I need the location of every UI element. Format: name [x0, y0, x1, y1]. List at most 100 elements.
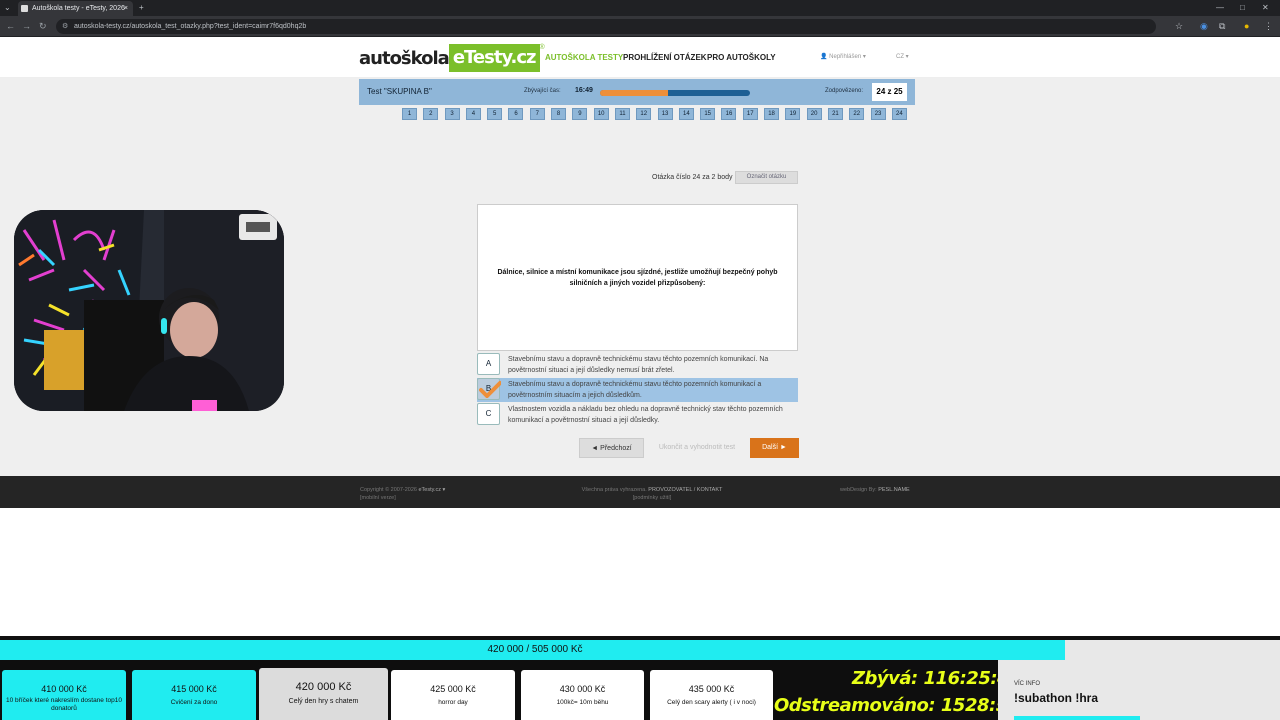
answer-b-selected[interactable]: B Stavebnímu stavu a dopravně technickém… — [477, 378, 798, 402]
nav-pro-autoskoly[interactable]: PRO AUTOŠKOLY — [707, 53, 776, 62]
question-number-button[interactable]: 5 — [487, 108, 503, 120]
operator-contact-link[interactable]: PROVOZOVATEL / KONTAKT — [648, 487, 722, 493]
question-number-button[interactable]: 14 — [678, 108, 694, 120]
goal-description: 10 bříček které nakreslím dostane top10 … — [6, 697, 122, 712]
site-info-icon[interactable]: ⚙ — [62, 19, 68, 34]
site-header: autoškola eTesty.cz ® AUTOŠKOLA TESTY PR… — [0, 38, 1280, 78]
extensions-puzzle-icon[interactable]: ⧉ — [1219, 16, 1225, 37]
goal-amount: 435 000 Kč — [688, 684, 735, 694]
minimize-button[interactable]: — — [1216, 0, 1224, 16]
remaining-time-value: 16:49 — [575, 87, 593, 94]
goal-card: 425 000 Kč horror day — [391, 670, 515, 720]
goal-description: 100kč= 10m běhu — [556, 699, 609, 706]
stream-overlay-bottom: 410 000 Kč 10 bříček které nakreslím dos… — [0, 660, 1280, 720]
url-input[interactable]: ⚙ autoskola-testy.cz/autoskola_test_otaz… — [56, 19, 1156, 34]
question-number-button[interactable]: 21 — [827, 108, 843, 120]
goal-amount: 425 000 Kč — [430, 684, 476, 694]
site-logo[interactable]: autoškola eTesty.cz ® — [359, 44, 545, 72]
next-button[interactable]: Další ► — [750, 438, 799, 458]
answered-count: 24 z 25 — [872, 83, 907, 101]
finish-test-button[interactable]: Ukončit a vyhodnotit test — [652, 438, 742, 458]
question-number-button[interactable]: 3 — [444, 108, 460, 120]
streamed-timer-label: Odstreamováno: — [774, 695, 936, 716]
menu-kebab-icon[interactable]: ⋮ — [1264, 16, 1273, 37]
time-progress-fill — [600, 90, 668, 96]
goal-description: Celý den hry s chatem — [288, 698, 359, 705]
back-icon[interactable]: ← — [6, 16, 15, 37]
footer-brand-link[interactable]: eTesty.cz ▾ — [418, 487, 445, 493]
question-number-button[interactable]: 8 — [551, 108, 567, 120]
question-number-button[interactable]: 23 — [870, 108, 886, 120]
question-number-button[interactable]: 13 — [657, 108, 673, 120]
browser-tab[interactable]: Autoškola testy - eTesty, 2026 × — [18, 1, 133, 16]
question-number-button[interactable]: 15 — [700, 108, 716, 120]
checkmark-icon — [479, 381, 501, 398]
goal-amount: 410 000 Kč — [41, 684, 87, 694]
answer-b-text[interactable]: Stavebnímu stavu a dopravně technickému … — [508, 379, 793, 401]
user-status: Nepřihlášen — [829, 54, 862, 60]
language-select[interactable]: CZ ▾ — [896, 53, 909, 60]
answer-a[interactable]: A Stavebnímu stavu a dopravně technickém… — [477, 353, 798, 377]
info-panel: VÍC INFO !subathon !hra — [998, 660, 1280, 720]
question-number-button[interactable]: 9 — [572, 108, 588, 120]
remaining-timer-label: Zbývá: — [852, 668, 918, 689]
subathon-goal-bar: 420 000 / 505 000 Kč — [0, 640, 1280, 660]
question-number-button[interactable]: 7 — [529, 108, 545, 120]
new-tab-button[interactable]: + — [139, 0, 144, 16]
streamer-webcam-image — [14, 210, 284, 411]
tab-close-icon[interactable]: × — [124, 1, 128, 16]
question-number-button[interactable]: 18 — [764, 108, 780, 120]
question-box: Dálnice, silnice a místní komunikace jso… — [477, 204, 798, 351]
goal-description: Cvičení za dono — [170, 699, 218, 706]
question-number-button[interactable]: 4 — [465, 108, 481, 120]
url-text: autoskola-testy.cz/autoskola_test_otazky… — [74, 23, 307, 30]
site-footer: Copyright © 2007-2026 eTesty.cz ▾ [mobil… — [0, 476, 1280, 508]
bookmark-star-icon[interactable]: ☆ — [1175, 16, 1183, 37]
terms-link[interactable]: [podmínky užití] — [633, 495, 672, 501]
nav-prohlizeni-otazek[interactable]: PROHLÍŽENÍ OTÁZEK — [623, 53, 707, 62]
favicon-icon — [21, 5, 28, 12]
logo-text-left: autoškola — [359, 47, 450, 69]
goal-amount: 415 000 Kč — [171, 684, 217, 694]
forward-icon[interactable]: → — [22, 16, 31, 37]
extension-icon[interactable]: ◉ — [1200, 16, 1208, 37]
previous-button[interactable]: ◄ Předchozí — [579, 438, 644, 458]
goal-amount: 420 000 Kč — [295, 681, 352, 693]
answer-a-letter[interactable]: A — [477, 353, 500, 375]
question-number-button[interactable]: 12 — [636, 108, 652, 120]
question-number-button[interactable]: 19 — [785, 108, 801, 120]
webdesign-text: webDesign By: — [840, 487, 877, 493]
question-number-button[interactable]: 6 — [508, 108, 524, 120]
address-bar-row: ← → ↻ ⚙ autoskola-testy.cz/autoskola_tes… — [0, 16, 1280, 37]
question-number-button[interactable]: 2 — [423, 108, 439, 120]
language-value: CZ — [896, 54, 904, 60]
tab-list-icon[interactable]: ⌄ — [4, 0, 11, 16]
question-number-button[interactable]: 16 — [721, 108, 737, 120]
test-status-bar: Test "SKUPINA B" Zbývající čas: 16:49 Zo… — [359, 79, 915, 105]
mark-question-button[interactable]: Označit otázku — [735, 171, 798, 184]
answer-c[interactable]: C Vlastnostem vozidla a nákladu bez ohle… — [477, 403, 798, 427]
answer-c-text[interactable]: Vlastnostem vozidla a nákladu bez ohledu… — [508, 404, 793, 426]
answer-c-letter[interactable]: C — [477, 403, 500, 425]
nav-autoskola-testy[interactable]: AUTOŠKOLA TESTY — [545, 53, 623, 62]
window-close-button[interactable]: ✕ — [1262, 0, 1269, 16]
mobile-version-link[interactable]: [mobilní verze] — [360, 495, 396, 501]
question-number-button[interactable]: 20 — [806, 108, 822, 120]
question-number-button[interactable]: 24 — [891, 108, 907, 120]
question-number-button[interactable]: 10 — [593, 108, 609, 120]
question-number-button[interactable]: 22 — [849, 108, 865, 120]
browser-tab-strip: ⌄ Autoškola testy - eTesty, 2026 × + — □… — [0, 0, 1280, 16]
question-number-button[interactable]: 1 — [402, 108, 417, 120]
reload-icon[interactable]: ↻ — [39, 16, 47, 37]
user-menu[interactable]: 👤 Nepřihlášen ▾ — [820, 53, 866, 60]
remaining-timer: Zbývá: 116:25:44 — [852, 668, 1022, 690]
profile-avatar-icon[interactable]: ● — [1244, 16, 1249, 37]
question-number-button[interactable]: 11 — [614, 108, 630, 120]
webcam-overlay — [14, 210, 284, 411]
maximize-button[interactable]: □ — [1240, 0, 1245, 16]
question-number-button[interactable]: 17 — [742, 108, 758, 120]
answer-a-text[interactable]: Stavebnímu stavu a dopravně technickému … — [508, 354, 793, 376]
goal-description: Celý den scary alerty ( i v noci) — [667, 699, 756, 706]
question-text: Dálnice, silnice a místní komunikace jso… — [497, 268, 778, 287]
designer-link[interactable]: PESL.NAME — [878, 487, 909, 493]
